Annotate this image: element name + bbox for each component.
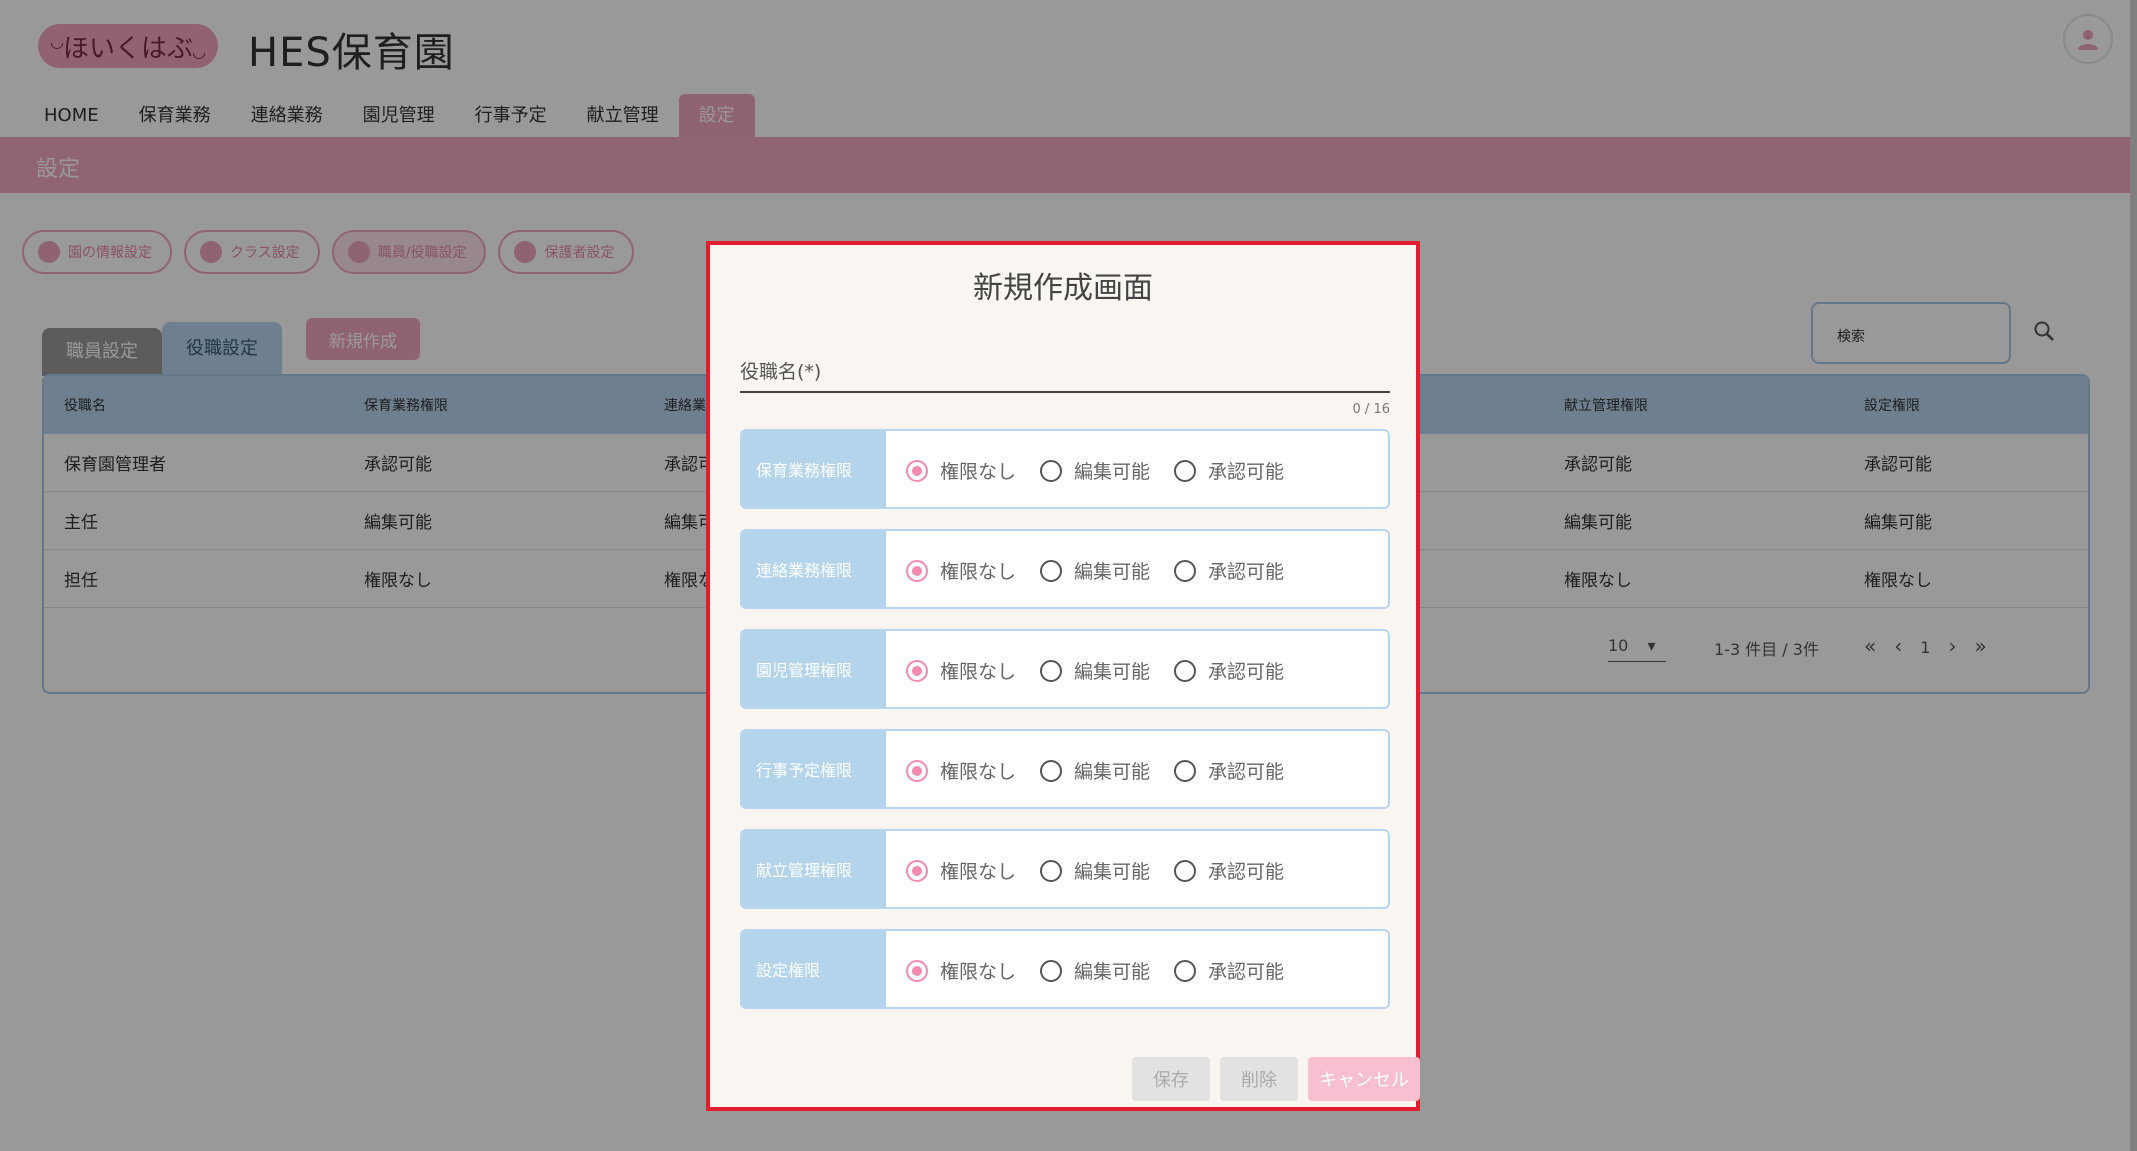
permission-row-childcare: 保育業務権限 権限なし 編集可能 承認可能 — [740, 429, 1390, 509]
option-label: 権限なし — [940, 561, 1017, 583]
radio-checked-icon — [906, 459, 928, 482]
radio-approve[interactable]: 承認可能 — [1174, 757, 1284, 784]
radio-approve[interactable]: 承認可能 — [1174, 557, 1284, 584]
radio-checked-icon — [906, 659, 928, 682]
char-counter: 0 / 16 — [1352, 402, 1390, 417]
new-role-dialog: 新規作成画面 役職名(*) 0 / 16 保育業務権限 権限なし 編集可能 承認… — [706, 241, 1420, 1111]
role-name-label: 役職名(*) — [740, 361, 822, 383]
radio-edit[interactable]: 編集可能 — [1040, 957, 1150, 984]
permission-label: 連絡業務権限 — [742, 531, 886, 607]
option-label: 承認可能 — [1208, 761, 1285, 783]
radio-none[interactable]: 権限なし — [906, 557, 1016, 584]
radio-edit[interactable]: 編集可能 — [1040, 457, 1150, 484]
permission-label: 園児管理権限 — [742, 631, 886, 707]
radio-edit[interactable]: 編集可能 — [1040, 857, 1150, 884]
option-label: 権限なし — [940, 761, 1017, 783]
permission-label: 献立管理権限 — [742, 831, 886, 907]
role-name-input[interactable] — [740, 391, 1390, 393]
radio-checked-icon — [906, 759, 928, 782]
option-label: 編集可能 — [1074, 461, 1151, 483]
radio-icon — [1174, 759, 1196, 782]
option-label: 承認可能 — [1208, 661, 1285, 683]
radio-approve[interactable]: 承認可能 — [1174, 457, 1284, 484]
option-label: 承認可能 — [1208, 961, 1285, 983]
radio-icon — [1040, 859, 1062, 882]
radio-checked-icon — [906, 859, 928, 882]
radio-icon — [1040, 659, 1062, 682]
radio-approve[interactable]: 承認可能 — [1174, 957, 1284, 984]
option-label: 権限なし — [940, 861, 1017, 883]
radio-icon — [1040, 559, 1062, 582]
option-label: 編集可能 — [1074, 961, 1151, 983]
option-label: 編集可能 — [1074, 561, 1151, 583]
option-label: 承認可能 — [1208, 461, 1285, 483]
option-label: 権限なし — [940, 961, 1017, 983]
radio-checked-icon — [906, 959, 928, 982]
dialog-title: 新規作成画面 — [973, 271, 1153, 306]
permission-label: 設定権限 — [742, 931, 886, 1007]
radio-icon — [1174, 459, 1196, 482]
delete-button[interactable]: 削除 — [1220, 1057, 1298, 1101]
permission-label: 行事予定権限 — [742, 731, 886, 807]
radio-icon — [1040, 759, 1062, 782]
radio-icon — [1040, 959, 1062, 982]
radio-approve[interactable]: 承認可能 — [1174, 657, 1284, 684]
radio-none[interactable]: 権限なし — [906, 457, 1016, 484]
radio-edit[interactable]: 編集可能 — [1040, 757, 1150, 784]
page-scrollbar[interactable] — [2130, 0, 2137, 1151]
permission-row-contact: 連絡業務権限 権限なし 編集可能 承認可能 — [740, 529, 1390, 609]
radio-edit[interactable]: 編集可能 — [1040, 557, 1150, 584]
radio-checked-icon — [906, 559, 928, 582]
option-label: 権限なし — [940, 461, 1017, 483]
permission-row-menu: 献立管理権限 権限なし 編集可能 承認可能 — [740, 829, 1390, 909]
radio-approve[interactable]: 承認可能 — [1174, 857, 1284, 884]
option-label: 編集可能 — [1074, 761, 1151, 783]
radio-none[interactable]: 権限なし — [906, 757, 1016, 784]
permission-row-events: 行事予定権限 権限なし 編集可能 承認可能 — [740, 729, 1390, 809]
radio-none[interactable]: 権限なし — [906, 957, 1016, 984]
radio-edit[interactable]: 編集可能 — [1040, 657, 1150, 684]
radio-none[interactable]: 権限なし — [906, 657, 1016, 684]
option-label: 権限なし — [940, 661, 1017, 683]
save-button[interactable]: 保存 — [1132, 1057, 1210, 1101]
option-label: 承認可能 — [1208, 561, 1285, 583]
option-label: 承認可能 — [1208, 861, 1285, 883]
radio-icon — [1174, 859, 1196, 882]
radio-icon — [1040, 459, 1062, 482]
option-label: 編集可能 — [1074, 861, 1151, 883]
permission-label: 保育業務権限 — [742, 431, 886, 507]
permission-row-children: 園児管理権限 権限なし 編集可能 承認可能 — [740, 629, 1390, 709]
option-label: 編集可能 — [1074, 661, 1151, 683]
radio-icon — [1174, 959, 1196, 982]
radio-icon — [1174, 659, 1196, 682]
radio-icon — [1174, 559, 1196, 582]
radio-none[interactable]: 権限なし — [906, 857, 1016, 884]
cancel-button[interactable]: キャンセル — [1308, 1057, 1420, 1101]
permission-row-settings: 設定権限 権限なし 編集可能 承認可能 — [740, 929, 1390, 1009]
